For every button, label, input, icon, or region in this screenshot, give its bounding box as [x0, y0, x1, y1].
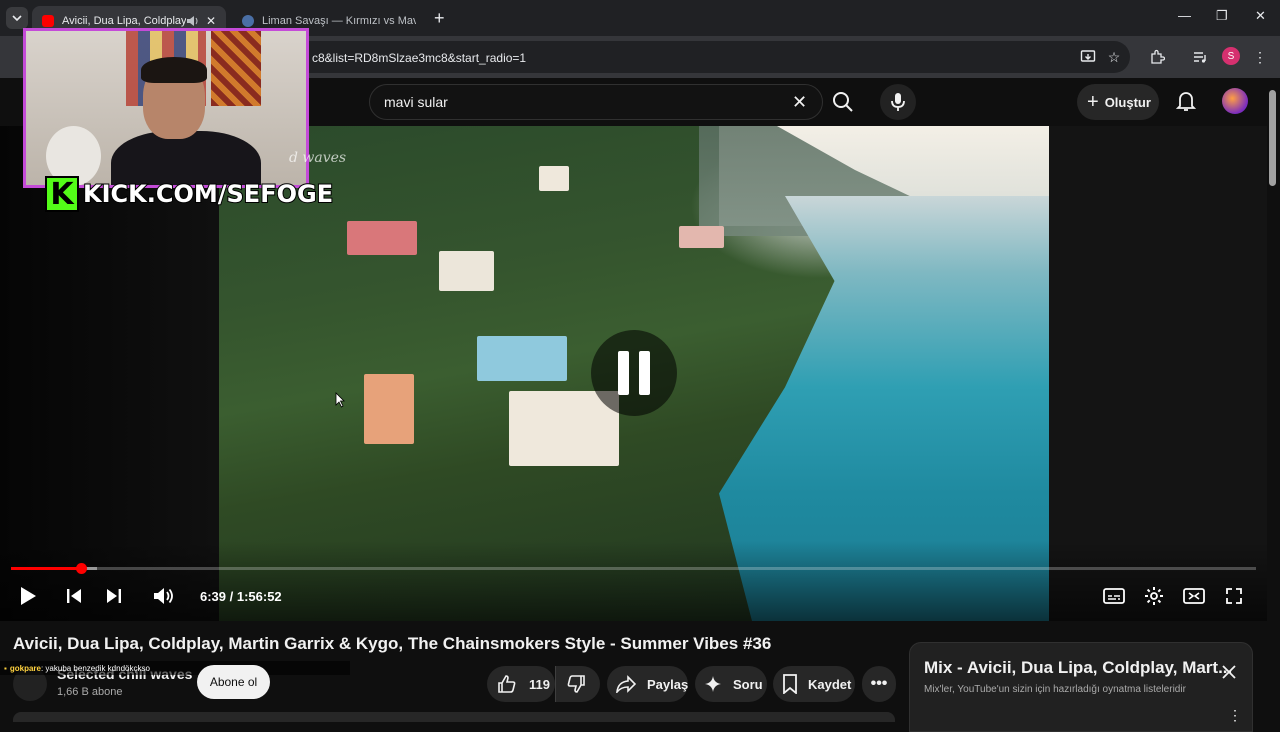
search-button[interactable] — [827, 84, 859, 120]
mix-more-icon[interactable]: ⋮ — [1228, 707, 1242, 724]
video-watermark: d waves — [289, 150, 347, 166]
play-icon — [21, 587, 36, 605]
miniplayer-icon — [1183, 588, 1205, 604]
mix-playlist-panel: Mix - Avicii, Dua Lipa, Coldplay, Mart..… — [909, 642, 1253, 732]
settings-button[interactable] — [1142, 584, 1166, 608]
youtube-favicon-icon — [42, 15, 54, 27]
more-horizontal-icon: ••• — [870, 675, 888, 692]
play-button[interactable] — [16, 584, 40, 608]
description-box[interactable] — [13, 712, 895, 722]
share-icon — [616, 675, 636, 693]
save-label: Kaydet — [808, 676, 852, 692]
account-avatar[interactable] — [1222, 88, 1248, 114]
microphone-icon — [891, 93, 905, 111]
play-state-indicator — [591, 330, 677, 416]
subscriber-count: 1,66 B abone — [57, 686, 123, 698]
like-count: 119 — [529, 676, 550, 692]
video-house — [347, 221, 417, 255]
more-menu-icon[interactable]: ⋮ — [1250, 47, 1270, 67]
chat-username: gokpare — [9, 663, 41, 673]
notifications-button[interactable] — [1175, 90, 1197, 117]
bell-icon — [1175, 92, 1197, 111]
plus-icon: + — [1087, 90, 1099, 113]
webcam-overlay — [23, 28, 309, 188]
pause-icon — [618, 351, 629, 395]
mouse-cursor-icon — [335, 392, 345, 408]
subtitles-icon — [1103, 588, 1125, 604]
profile-avatar[interactable]: S — [1222, 47, 1240, 65]
thumbs-up-icon — [498, 675, 516, 693]
chat-message: ▪ gokpare : yakuba benzedik kdndökçkso — [0, 661, 350, 675]
tab-title: Avicii, Dua Lipa, Coldplay, M — [62, 15, 186, 27]
video-house — [539, 166, 569, 191]
kick-logo-icon: K — [45, 176, 79, 212]
previous-icon — [67, 589, 81, 603]
voice-search-button[interactable] — [880, 84, 916, 120]
next-button[interactable] — [102, 584, 126, 608]
ask-button[interactable]: Soru — [695, 666, 767, 702]
chat-text: : yakuba benzedik kdndökçkso — [40, 663, 150, 673]
like-button[interactable]: 119 — [487, 666, 555, 702]
share-button[interactable]: Paylaş — [607, 666, 688, 702]
chat-badge-icon: ▪ — [4, 663, 7, 673]
search-input[interactable]: mavi sular ✕ — [369, 84, 823, 120]
controls-gradient — [0, 541, 1267, 621]
close-icon — [1222, 665, 1236, 679]
clear-search-icon[interactable]: ✕ — [792, 92, 807, 113]
volume-button[interactable] — [151, 584, 177, 608]
close-tab-icon[interactable]: ✕ — [206, 14, 216, 28]
kick-banner: K KICK.COM/SEFOGE — [45, 176, 334, 212]
video-house — [364, 374, 414, 444]
next-icon — [107, 589, 121, 603]
new-tab-button[interactable]: + — [434, 8, 445, 29]
sparkle-icon — [705, 676, 721, 692]
close-window-button[interactable]: ✕ — [1255, 8, 1266, 24]
bookmark-icon — [783, 674, 797, 694]
played-bar — [11, 567, 82, 570]
mix-title[interactable]: Mix - Avicii, Dua Lipa, Coldplay, Mart..… — [924, 658, 1232, 678]
fullscreen-icon — [1226, 588, 1242, 604]
time-display: 6:39 / 1:56:52 — [200, 589, 282, 604]
search-query[interactable]: mavi sular — [384, 94, 448, 110]
restore-button[interactable]: ❐ — [1216, 8, 1228, 24]
create-label: Oluştur — [1104, 94, 1151, 110]
tab-title: Liman Savaşı — Kırmızı vs Mavi — [262, 15, 416, 27]
address-url[interactable]: c8&list=RD8mSlzae3mc8&start_radio=1 — [312, 51, 526, 65]
thumbs-down-icon — [567, 675, 585, 693]
bookmark-star-icon[interactable]: ☆ — [1104, 47, 1124, 67]
subscribe-button[interactable]: Abone ol — [197, 665, 270, 699]
media-queue-icon[interactable] — [1190, 47, 1210, 67]
previous-button[interactable] — [62, 584, 86, 608]
create-button[interactable]: + Oluştur — [1077, 84, 1159, 120]
minimize-button[interactable]: — — [1178, 8, 1191, 23]
search-icon — [833, 92, 853, 112]
gear-icon — [1145, 587, 1163, 605]
speaker-icon[interactable] — [186, 15, 200, 27]
video-house — [679, 226, 724, 248]
volume-icon — [154, 588, 173, 604]
subtitles-button[interactable] — [1102, 584, 1126, 608]
page-scrollbar[interactable] — [1269, 90, 1276, 186]
tab-search-button[interactable] — [6, 7, 28, 29]
progress-bar[interactable] — [11, 563, 1256, 574]
ask-label: Soru — [733, 676, 763, 692]
video-house — [477, 336, 567, 381]
mix-subtitle: Mix'ler, YouTube'un sizin için hazırladı… — [924, 684, 1186, 695]
chevron-down-icon — [12, 15, 22, 22]
video-title: Avicii, Dua Lipa, Coldplay, Martin Garri… — [13, 634, 772, 653]
close-mix-button[interactable] — [1222, 665, 1236, 684]
extensions-icon[interactable] — [1147, 47, 1167, 67]
globe-favicon-icon — [242, 15, 254, 27]
kick-url-text: KICK.COM/SEFOGE — [82, 179, 334, 209]
fullscreen-button[interactable] — [1222, 584, 1246, 608]
video-house — [439, 251, 494, 291]
miniplayer-button[interactable] — [1182, 584, 1206, 608]
install-icon[interactable] — [1078, 47, 1098, 67]
more-actions-button[interactable]: ••• — [862, 666, 896, 702]
webcam-streamer — [111, 57, 261, 185]
share-label: Paylaş — [647, 676, 689, 692]
save-button[interactable]: Kaydet — [773, 666, 855, 702]
dislike-button[interactable] — [555, 666, 600, 702]
